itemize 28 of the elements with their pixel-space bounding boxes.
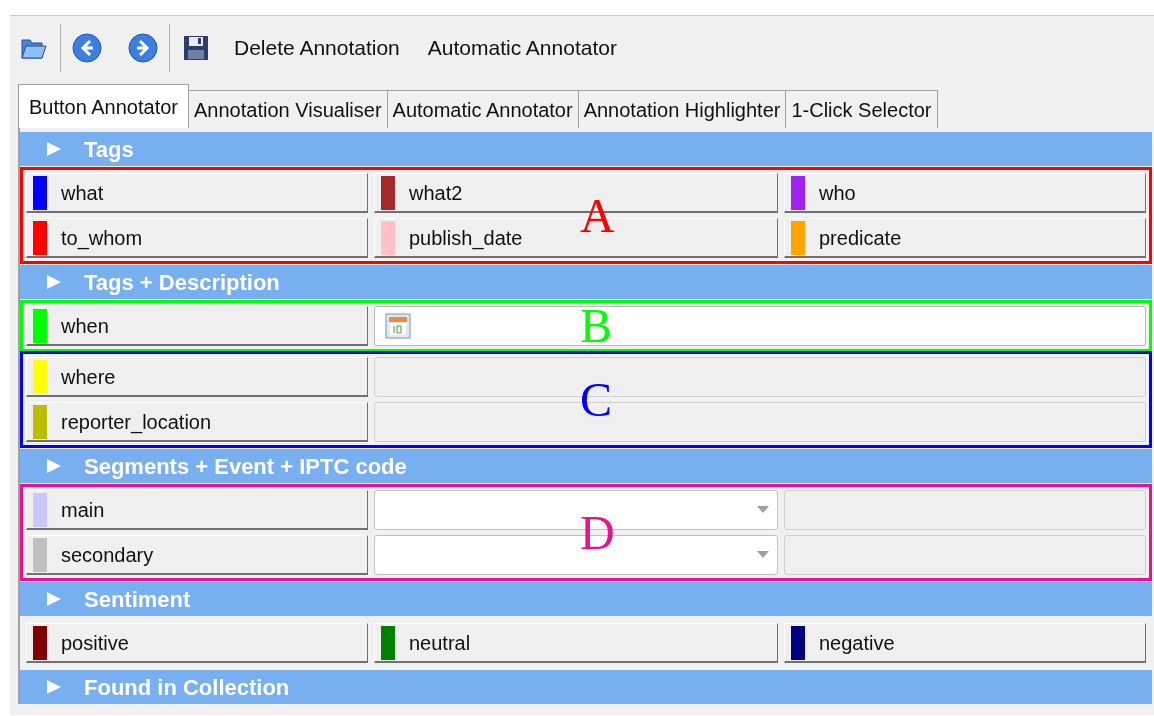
tag-button[interactable]: neutral: [374, 623, 778, 663]
annotation-letter: B: [580, 302, 612, 350]
tag-button[interactable]: main: [26, 490, 368, 530]
tag-button[interactable]: predicate: [784, 218, 1146, 258]
date-field[interactable]: [374, 306, 1146, 346]
toolbar-button[interactable]: Automatic Annotator: [413, 32, 631, 64]
tag-button[interactable]: when: [26, 306, 368, 346]
tag-button[interactable]: positive: [26, 623, 368, 663]
dropdown-caret-icon: [757, 506, 769, 514]
annotation-letter: D: [580, 508, 615, 557]
tag-button[interactable]: where: [26, 357, 368, 397]
expand-triangle-icon: [46, 679, 62, 695]
toolbar-button[interactable]: Delete Annotation: [220, 32, 414, 64]
dropdown-caret-icon: [757, 551, 769, 559]
save-icon[interactable]: [182, 34, 210, 62]
expand-triangle-icon: [46, 591, 62, 607]
expand-triangle-icon: [46, 141, 62, 157]
tag-button[interactable]: to_whom: [26, 218, 368, 258]
expand-triangle-icon: [46, 274, 62, 290]
tag-button[interactable]: secondary: [26, 535, 368, 575]
tag-button[interactable]: what: [26, 173, 368, 213]
tag-button[interactable]: negative: [784, 623, 1146, 663]
tab[interactable]: 1-Click Selector: [785, 90, 938, 128]
tag-button[interactable]: who: [784, 173, 1146, 213]
tab[interactable]: Button Annotator: [18, 84, 189, 128]
annotation-letter: C: [580, 375, 612, 424]
expand-triangle-icon: [46, 458, 62, 474]
tag-button[interactable]: reporter_location: [26, 402, 368, 442]
